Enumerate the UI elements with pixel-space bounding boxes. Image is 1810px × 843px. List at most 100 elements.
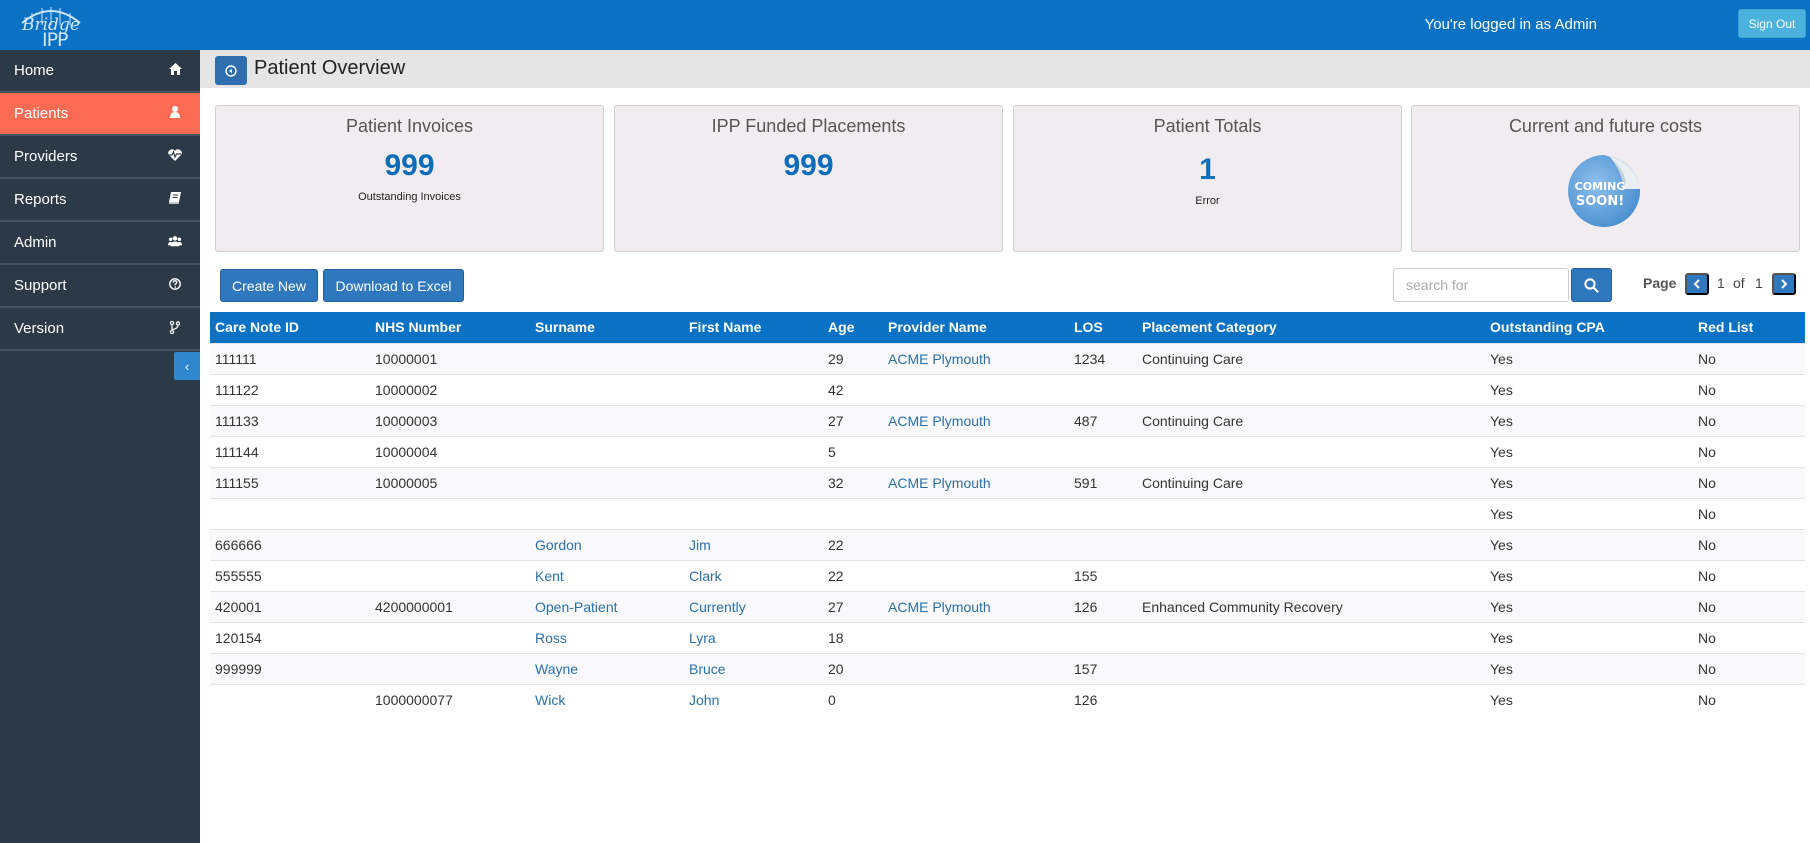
sidebar-collapse-button[interactable]: ‹: [174, 352, 200, 380]
column-header-nhs-number[interactable]: NHS Number: [370, 312, 530, 343]
cell-red-list: No: [1693, 559, 1805, 591]
coming-soon-badge: COMING SOON!: [1564, 149, 1648, 229]
table-row[interactable]: 111155 10000005 32 ACME Plymouth 591 Continui…: [210, 466, 1805, 498]
sidebar-item-support[interactable]: Support: [0, 265, 200, 308]
sidebar-item-label: Home: [14, 62, 55, 79]
cell-nhs-number: 10000003: [370, 404, 530, 436]
cell-age: 29: [823, 342, 883, 374]
logo-text-ipp: IPP: [42, 29, 69, 51]
cell-care-note-id: 111111: [210, 342, 370, 374]
column-header-outstanding-cpa[interactable]: Outstanding CPA: [1485, 312, 1693, 343]
cell-surname[interactable]: Ross: [530, 621, 684, 653]
column-header-age[interactable]: Age: [823, 312, 883, 343]
cell-los: [1069, 373, 1137, 405]
cell-red-list: No: [1693, 497, 1805, 529]
column-header-first-name[interactable]: First Name: [684, 312, 823, 343]
sidebar-item-label: Support: [14, 277, 67, 294]
table-row[interactable]: Yes No: [210, 497, 1805, 529]
cell-outstanding-cpa: Yes: [1485, 559, 1693, 591]
cell-first-name[interactable]: Bruce: [684, 652, 823, 684]
cell-first-name: [684, 342, 823, 374]
column-header-provider-name[interactable]: Provider Name: [883, 312, 1069, 343]
column-header-surname[interactable]: Surname: [530, 312, 684, 343]
sidebar-item-home[interactable]: Home: [0, 50, 200, 93]
cell-surname[interactable]: Kent: [530, 559, 684, 591]
column-header-care-note-id[interactable]: Care Note ID: [210, 312, 370, 343]
cell-surname[interactable]: Wayne: [530, 652, 684, 684]
sidebar: Home Patients Providers Reports Admin Su…: [0, 50, 200, 843]
cell-provider-name[interactable]: ACME Plymouth: [883, 404, 1069, 436]
cell-placement-category: [1137, 621, 1485, 653]
cell-provider-name: [883, 683, 1069, 715]
cell-first-name: [684, 497, 823, 529]
question-circle-icon: [168, 277, 182, 291]
cell-red-list: No: [1693, 652, 1805, 684]
cell-provider-name[interactable]: ACME Plymouth: [883, 590, 1069, 622]
cell-provider-name: [883, 621, 1069, 653]
search-input[interactable]: [1393, 268, 1569, 302]
table-row[interactable]: 111144 10000004 5 Yes No: [210, 435, 1805, 467]
cell-los: 487: [1069, 404, 1137, 436]
card-subtitle: Error: [1195, 195, 1220, 207]
table-row[interactable]: 111111 10000001 29 ACME Plymouth 1234 Continu…: [210, 342, 1805, 374]
sign-out-button[interactable]: Sign Out: [1738, 9, 1806, 38]
cell-los: 591: [1069, 466, 1137, 498]
cell-surname[interactable]: Open-Patient: [530, 590, 684, 622]
column-header-los[interactable]: LOS: [1069, 312, 1137, 343]
cell-placement-category: [1137, 652, 1485, 684]
cell-red-list: No: [1693, 404, 1805, 436]
next-page-button[interactable]: [1772, 273, 1796, 295]
users-icon: [168, 234, 182, 248]
table-row[interactable]: 666666 Gordon Jim 22 Yes No: [210, 528, 1805, 560]
cell-care-note-id: 111155: [210, 466, 370, 498]
cell-surname[interactable]: Wick: [530, 683, 684, 715]
sidebar-item-admin[interactable]: Admin: [0, 222, 200, 265]
card-title: Current and future costs: [1508, 116, 1703, 136]
cell-first-name: [684, 466, 823, 498]
header-toggle-button[interactable]: [215, 56, 247, 85]
cell-provider-name[interactable]: ACME Plymouth: [883, 466, 1069, 498]
cell-first-name[interactable]: Clark: [684, 559, 823, 591]
cell-surname[interactable]: Gordon: [530, 528, 684, 560]
page-label: Page: [1643, 275, 1677, 291]
table-row[interactable]: 1000000077 Wick John 0 126 Yes No: [210, 683, 1805, 715]
cell-first-name[interactable]: John: [684, 683, 823, 715]
cell-first-name[interactable]: Currently: [684, 590, 823, 622]
table-row[interactable]: 999999 Wayne Bruce 20 157 Yes No: [210, 652, 1805, 684]
cell-age: 27: [823, 590, 883, 622]
cell-los: 157: [1069, 652, 1137, 684]
cell-outstanding-cpa: Yes: [1485, 466, 1693, 498]
cell-provider-name: [883, 497, 1069, 529]
create-new-button[interactable]: Create New: [220, 269, 318, 302]
cell-age: 22: [823, 528, 883, 560]
table-row[interactable]: 111122 10000002 42 Yes No: [210, 373, 1805, 405]
cell-first-name[interactable]: Lyra: [684, 621, 823, 653]
table-row[interactable]: 555555 Kent Clark 22 155 Yes No: [210, 559, 1805, 591]
previous-page-button[interactable]: [1685, 273, 1709, 295]
cell-first-name[interactable]: Jim: [684, 528, 823, 560]
cell-placement-category: [1137, 683, 1485, 715]
cell-provider-name[interactable]: ACME Plymouth: [883, 342, 1069, 374]
cell-outstanding-cpa: Yes: [1485, 373, 1693, 405]
ipp-funded-placements-card: IPP Funded Placements 999: [614, 105, 1003, 252]
cell-outstanding-cpa: Yes: [1485, 404, 1693, 436]
sidebar-item-providers[interactable]: Providers: [0, 136, 200, 179]
sidebar-item-patients[interactable]: Patients: [0, 93, 200, 136]
cell-provider-name: [883, 652, 1069, 684]
table-row[interactable]: 111133 10000003 27 ACME Plymouth 487 Continui…: [210, 404, 1805, 436]
card-subtitle: Outstanding Invoices: [358, 191, 461, 203]
cell-age: 22: [823, 559, 883, 591]
patients-table: Care Note ID NHS Number Surname First Name A…: [210, 312, 1805, 715]
cell-surname: [530, 497, 684, 529]
download-to-excel-button[interactable]: Download to Excel: [323, 269, 464, 302]
sidebar-item-version[interactable]: Version: [0, 308, 200, 351]
search-button[interactable]: [1571, 268, 1612, 302]
cell-nhs-number: 10000004: [370, 435, 530, 467]
table-row[interactable]: 120154 Ross Lyra 18 Yes No: [210, 621, 1805, 653]
table-row[interactable]: 420001 4200000001 Open-Patient Currently 27 A…: [210, 590, 1805, 622]
column-header-red-list[interactable]: Red List: [1693, 312, 1805, 343]
sidebar-item-reports[interactable]: Reports: [0, 179, 200, 222]
bridge-ipp-logo[interactable]: Bridge IPP: [18, 3, 84, 51]
column-header-placement-category[interactable]: Placement Category: [1137, 312, 1485, 343]
cell-care-note-id: [210, 683, 370, 715]
